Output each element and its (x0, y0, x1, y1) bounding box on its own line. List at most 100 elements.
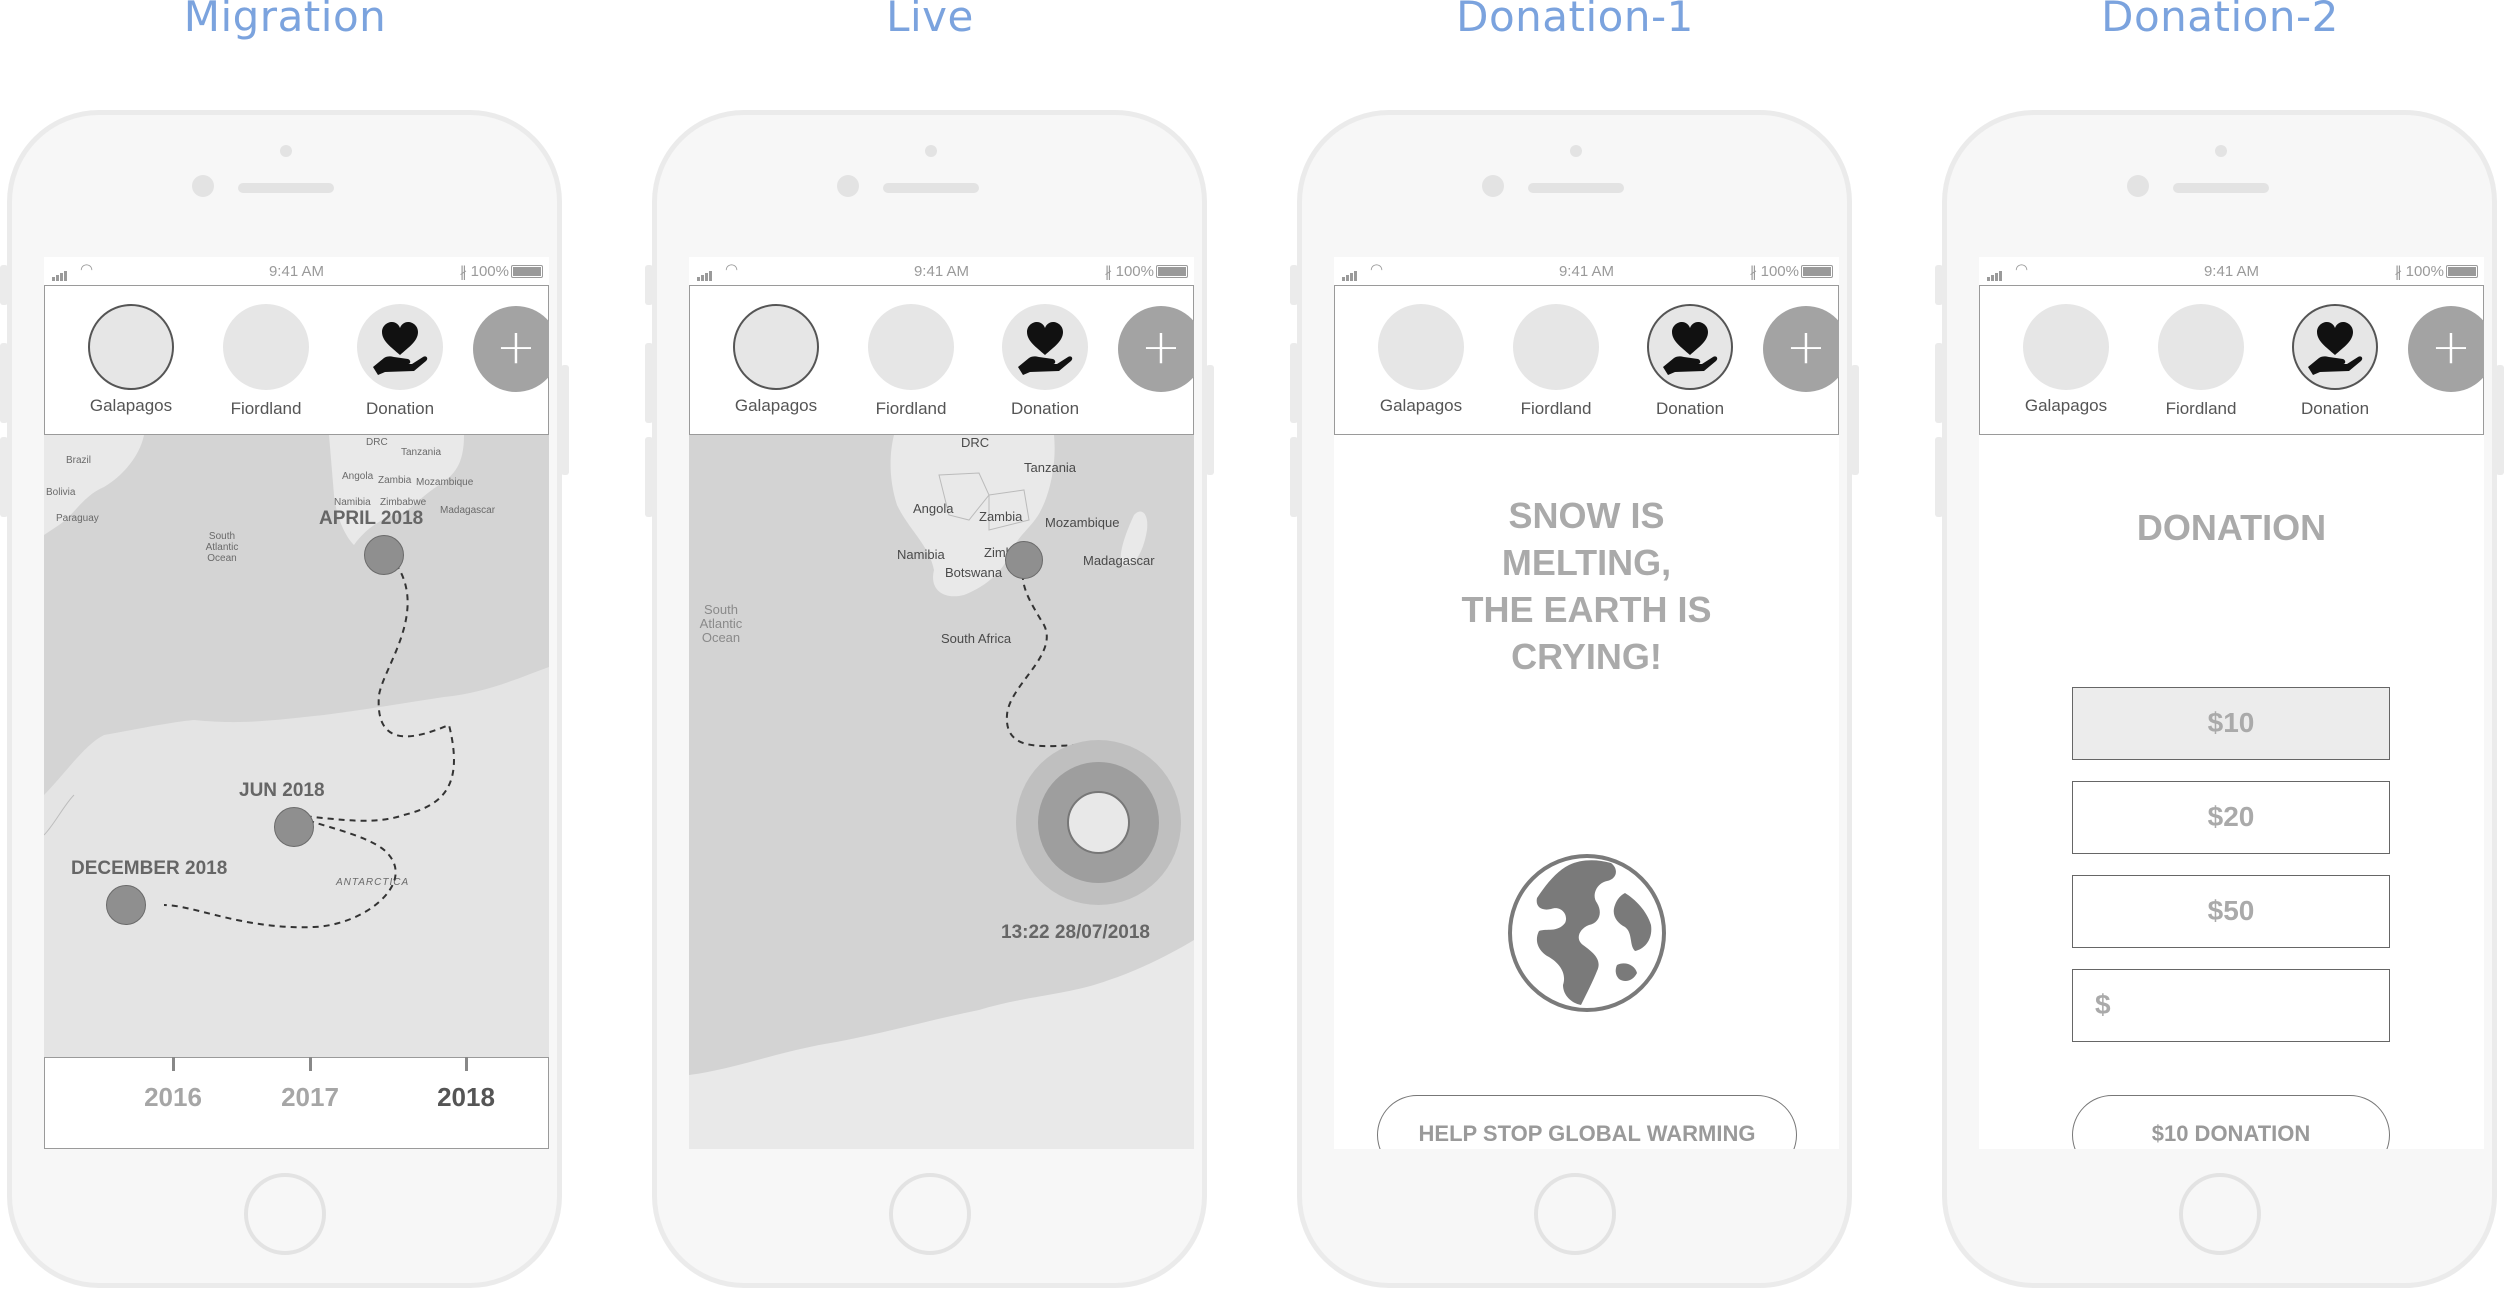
tab-donation[interactable]: Donation (355, 304, 445, 419)
live-location-pulse[interactable] (1016, 740, 1181, 905)
tab-avatar (733, 304, 819, 390)
plus-icon: + (495, 319, 537, 375)
timeline-tick (309, 1057, 312, 1071)
add-location-button[interactable]: + (1118, 306, 1194, 392)
home-button[interactable] (889, 1173, 971, 1255)
screen-live: ◠ 9:41 AM ∦ 100% Galapagos Fiordland Don… (689, 257, 1194, 1149)
speaker (1528, 183, 1624, 193)
add-location-button[interactable]: + (473, 306, 549, 392)
side-button (1290, 437, 1298, 517)
side-button (1935, 265, 1943, 305)
live-start-point[interactable] (1005, 541, 1043, 579)
tab-avatar (357, 304, 443, 390)
live-location-dot (1067, 791, 1130, 854)
side-button (1935, 437, 1943, 517)
front-camera (2127, 175, 2149, 197)
battery-icon (511, 265, 543, 278)
tab-label: Donation (1655, 399, 1725, 418)
heart-in-hand-icon (373, 322, 428, 375)
tab-donation[interactable]: Donation (1645, 304, 1735, 419)
heart-in-hand-icon (1663, 322, 1718, 375)
side-button (2496, 365, 2504, 475)
tab-label: Donation (2300, 399, 2370, 418)
sensor (925, 145, 937, 157)
timeline-year-2016[interactable]: 2016 (144, 1082, 202, 1113)
tab-label: Donation (1010, 399, 1080, 418)
side-button (0, 265, 8, 305)
frame-title-live: Live (886, 0, 974, 41)
home-button[interactable] (1534, 1173, 1616, 1255)
home-button[interactable] (2179, 1173, 2261, 1255)
timeline-tick (172, 1057, 175, 1071)
battery-icon (2446, 265, 2478, 278)
battery-icon (1156, 265, 1188, 278)
timeline-year-2017[interactable]: 2017 (281, 1082, 339, 1113)
headline-line: MELTING, (1501, 542, 1672, 583)
plus-icon: + (2430, 319, 2472, 375)
tab-avatar (1647, 304, 1733, 390)
migration-point-jun[interactable] (274, 807, 314, 847)
front-camera (837, 175, 859, 197)
frame-title-donation-1: Donation-1 (1456, 0, 1694, 41)
tab-fiordland[interactable]: Fiordland (866, 304, 956, 419)
status-bar: ◠ 9:41 AM ∦ 100% (1979, 257, 2484, 285)
tab-label: Donation (365, 399, 435, 418)
side-button (0, 437, 8, 517)
headline-line: SNOW IS (1508, 495, 1665, 536)
speaker (2173, 183, 2269, 193)
tab-fiordland[interactable]: Fiordland (221, 304, 311, 419)
tab-galapagos[interactable]: Galapagos (2021, 304, 2111, 416)
year-timeline[interactable]: 2016 2017 2018 (44, 1057, 549, 1149)
tab-fiordland[interactable]: Fiordland (1511, 304, 1601, 419)
tab-donation[interactable]: Donation (2290, 304, 2380, 419)
battery-percent: 100% (2405, 263, 2444, 280)
side-button (0, 343, 8, 423)
tab-label: Fiordland (2165, 399, 2237, 418)
donate-submit-button[interactable]: $10 DONATION (2072, 1095, 2390, 1149)
amount-option-20[interactable]: $20 (2072, 781, 2390, 854)
tab-label: Galapagos (2024, 396, 2108, 415)
phone-live: ◠ 9:41 AM ∦ 100% Galapagos Fiordland Don… (645, 110, 1214, 1288)
status-bar: ◠ 9:41 AM ∦ 100% (1334, 257, 1839, 285)
front-camera (1482, 175, 1504, 197)
speaker (238, 183, 334, 193)
migration-point-april[interactable] (364, 535, 404, 575)
location-tabs: Galapagos Fiordland Donation + (1979, 285, 2484, 435)
bluetooth-icon: ∦ (1104, 264, 1113, 281)
sensor (2215, 145, 2227, 157)
home-button[interactable] (244, 1173, 326, 1255)
live-map[interactable]: DRC Tanzania Angola Zambia Mozambique Na… (689, 435, 1194, 1149)
tab-avatar (1002, 304, 1088, 390)
side-button (1206, 365, 1214, 475)
status-bar: ◠ 9:41 AM ∦ 100% (44, 257, 549, 285)
amount-option-50[interactable]: $50 (2072, 875, 2390, 948)
timeline-tick (465, 1057, 468, 1071)
bluetooth-icon: ∦ (1749, 264, 1758, 281)
tab-fiordland[interactable]: Fiordland (2156, 304, 2246, 419)
tab-galapagos[interactable]: Galapagos (731, 304, 821, 416)
tab-avatar (2158, 304, 2244, 390)
tab-donation[interactable]: Donation (1000, 304, 1090, 419)
add-location-button[interactable]: + (2408, 306, 2484, 392)
help-stop-global-warming-button[interactable]: HELP STOP GLOBAL WARMING (1377, 1095, 1797, 1149)
tab-avatar (88, 304, 174, 390)
migration-point-december[interactable] (106, 885, 146, 925)
location-tabs: Galapagos Fiordland Donation + (1334, 285, 1839, 435)
frame-title-migration: Migration (183, 0, 387, 41)
side-button (645, 437, 653, 517)
screen-donation-2: ◠ 9:41 AM ∦ 100% Galapagos Fiordland Don… (1979, 257, 2484, 1149)
bluetooth-icon: ∦ (459, 264, 468, 281)
custom-amount-input[interactable]: $ (2072, 969, 2390, 1042)
migration-map[interactable]: DRC Tanzania Angola Zambia Mozambique Na… (44, 435, 549, 1149)
tab-label: Fiordland (1520, 399, 1592, 418)
tab-galapagos[interactable]: Galapagos (86, 304, 176, 416)
migration-point-label: DECEMBER 2018 (71, 858, 228, 879)
tab-galapagos[interactable]: Galapagos (1376, 304, 1466, 416)
add-location-button[interactable]: + (1763, 306, 1839, 392)
timeline-year-2018[interactable]: 2018 (437, 1082, 495, 1113)
location-tabs: Galapagos Fiordland Donation + (44, 285, 549, 435)
amount-option-10[interactable]: $10 (2072, 687, 2390, 760)
tab-avatar (2023, 304, 2109, 390)
side-button (645, 265, 653, 305)
speaker (883, 183, 979, 193)
